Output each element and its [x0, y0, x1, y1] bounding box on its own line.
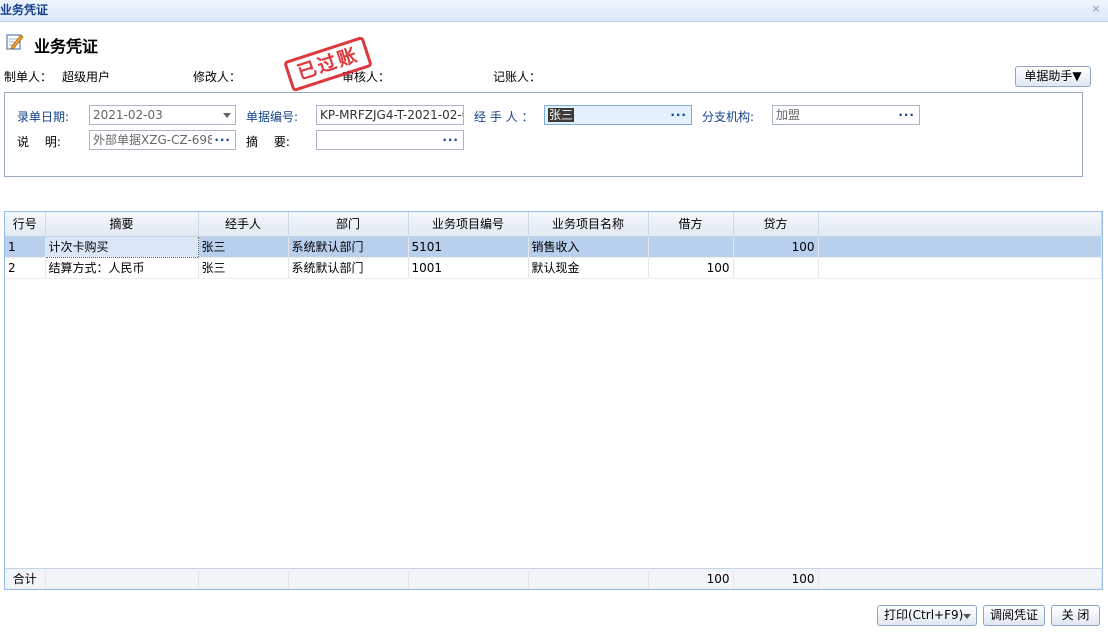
number-value: KP-MRFZJG4-T-2021-02-0	[320, 108, 464, 122]
close-icon[interactable]: ×	[1090, 3, 1102, 15]
more-icon[interactable]: ···	[212, 131, 231, 149]
row-number[interactable]: 2	[5, 257, 46, 279]
form-panel: 录单日期: 2021-02-03 单据编号: KP-MRFZJG4-T-2021…	[4, 92, 1083, 177]
document-helper-button[interactable]: 单据助手▼	[1015, 66, 1091, 87]
total-row: 合计 100 100	[5, 568, 1102, 589]
column-header-filler	[818, 212, 1102, 237]
column-header[interactable]: 贷方	[733, 212, 819, 237]
edit-document-icon	[6, 34, 24, 50]
summary-label: 摘 要:	[246, 135, 290, 149]
date-field[interactable]: 2021-02-03	[89, 105, 236, 125]
maker-label: 制单人：	[4, 70, 53, 84]
table-row[interactable]: 1 计次卡购买 张三 系统默认部门 5101 销售收入 100	[5, 235, 1102, 258]
maker-value: 超级用户	[62, 70, 111, 84]
credit-cell[interactable]: 100	[733, 236, 819, 258]
voucher-grid: 行号 摘要 经手人 部门 业务项目编号 业务项目名称 借方 贷方 1 计次卡购买…	[4, 211, 1103, 590]
handler-cell[interactable]: 张三	[198, 257, 289, 279]
close-button[interactable]: 关 闭	[1051, 605, 1100, 626]
summary-field[interactable]: ···	[316, 130, 464, 150]
modifier-label: 修改人：	[193, 70, 242, 84]
more-icon[interactable]: ···	[670, 106, 687, 124]
grid-header: 行号 摘要 经手人 部门 业务项目编号 业务项目名称 借方 贷方	[5, 212, 1102, 237]
item-name-cell[interactable]: 默认现金	[528, 257, 649, 279]
desc-value: 外部单据XZG-CZ-6983	[93, 133, 223, 147]
bookkeeper-label: 记账人：	[493, 70, 542, 84]
column-header[interactable]: 业务项目编号	[408, 212, 529, 237]
more-icon[interactable]: ···	[898, 106, 915, 124]
column-header[interactable]: 经手人	[198, 212, 289, 237]
table-row[interactable]: 2 结算方式：人民币 张三 系统默认部门 1001 默认现金 100	[5, 257, 1102, 279]
total-credit: 100	[733, 568, 819, 589]
branch-value: 加盟	[776, 108, 801, 122]
print-label: 打印(Ctrl+F9)	[884, 608, 964, 622]
total-debit: 100	[648, 568, 734, 589]
dept-cell[interactable]: 系统默认部门	[288, 236, 409, 258]
desc-field[interactable]: 外部单据XZG-CZ-6983 ···	[89, 130, 236, 150]
debit-cell[interactable]: 100	[648, 257, 734, 279]
print-button[interactable]: 打印(Ctrl+F9)	[877, 605, 977, 626]
credit-cell[interactable]	[733, 257, 819, 279]
handler-field[interactable]: 张三 ···	[544, 105, 692, 125]
number-label: 单据编号:	[246, 110, 299, 124]
more-icon[interactable]: ···	[442, 131, 459, 149]
filler-cell	[818, 257, 1102, 279]
dept-cell[interactable]: 系统默认部门	[288, 257, 409, 279]
desc-label: 说 明:	[17, 135, 61, 149]
item-code-cell[interactable]: 5101	[408, 236, 529, 258]
branch-field[interactable]: 加盟 ···	[772, 105, 920, 125]
handler-label: 经 手 人 ：	[474, 110, 534, 124]
branch-label: 分支机构:	[702, 110, 755, 124]
item-name-cell[interactable]: 销售收入	[528, 236, 649, 258]
handler-value: 张三	[548, 108, 575, 122]
chevron-down-icon[interactable]	[963, 614, 971, 619]
summary-cell[interactable]: 计次卡购买	[44, 235, 199, 258]
debit-cell[interactable]	[648, 236, 734, 258]
date-value: 2021-02-03	[93, 108, 163, 122]
column-header[interactable]: 借方	[648, 212, 734, 237]
chevron-down-icon[interactable]	[223, 113, 231, 118]
column-header[interactable]: 业务项目名称	[528, 212, 649, 237]
window-titlebar: 业务凭证 ×	[0, 0, 1108, 22]
handler-cell[interactable]: 张三	[198, 236, 289, 258]
total-label: 合计	[5, 568, 46, 589]
filler-cell	[818, 236, 1102, 258]
item-code-cell[interactable]: 1001	[408, 257, 529, 279]
number-field[interactable]: KP-MRFZJG4-T-2021-02-0	[316, 105, 464, 125]
window-title: 业务凭证	[0, 3, 49, 17]
summary-cell[interactable]: 结算方式：人民币	[45, 257, 199, 279]
column-header[interactable]: 部门	[288, 212, 409, 237]
date-label: 录单日期:	[17, 110, 70, 124]
row-number[interactable]: 1	[5, 236, 46, 258]
view-voucher-button[interactable]: 调阅凭证	[983, 605, 1045, 626]
column-header[interactable]: 行号	[5, 212, 46, 237]
column-header[interactable]: 摘要	[45, 212, 199, 237]
page-title: 业务凭证	[34, 37, 99, 56]
